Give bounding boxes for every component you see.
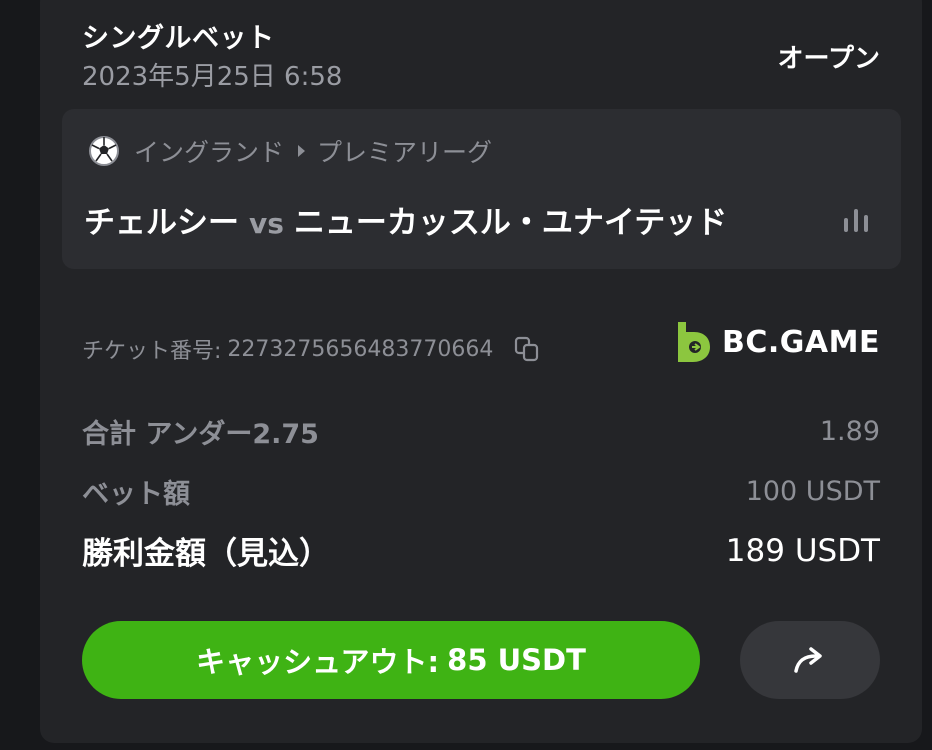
cashout-value: 85 USDT <box>447 643 586 677</box>
bc-game-logo-icon <box>678 322 711 362</box>
share-arrow-icon <box>794 647 822 673</box>
match-info[interactable]: イングランド プレミアリーグ チェルシー vs ニューカッスル・ユナイテッド <box>62 109 901 269</box>
soccer-ball-icon <box>89 136 119 166</box>
chevron-right-icon <box>298 145 306 157</box>
bet-type-title: シングルベット <box>82 23 275 54</box>
bet-row-selection: 合計 アンダー2.75 1.89 <box>82 412 880 451</box>
league-breadcrumb: イングランド プレミアリーグ <box>88 133 492 169</box>
copy-icon[interactable] <box>513 335 541 363</box>
bet-date: 2023年5月25日 6:58 <box>82 62 343 92</box>
home-team: チェルシー <box>84 205 239 241</box>
league-country: イングランド <box>134 138 285 167</box>
ticket-number: 227327565648377066​4 <box>227 336 494 362</box>
payout-value: 189 USDT <box>725 532 880 569</box>
status-badge: オープン <box>777 44 880 74</box>
teams: チェルシー vs ニューカッスル・ユナイテッド <box>84 197 727 242</box>
stake-value: 100 USDT <box>745 476 880 507</box>
bet-card: シングルベット 2023年5月25日 6:58 オープン イングランド プレミア… <box>40 0 922 743</box>
cashout-button[interactable]: キャッシュアウト: 85 USDT <box>82 621 700 699</box>
cashout-label: キャッシュアウト: <box>196 645 440 679</box>
league-name: プレミアリーグ <box>317 138 493 167</box>
selection-label: 合計 アンダー2.75 <box>82 419 319 450</box>
brand-name: BC.GAME <box>722 324 880 360</box>
vs-label: vs <box>249 207 284 240</box>
bet-row-payout: 勝利金額（見込） 189 USDT <box>82 528 880 573</box>
ticket-number-row: チケット番号: 227327565648377066​4 <box>82 333 541 365</box>
stake-label: ベット額 <box>82 479 190 510</box>
payout-label: 勝利金額（見込） <box>82 536 330 572</box>
ticket-label: チケット番号: <box>82 339 222 364</box>
odds-value: 1.89 <box>819 416 880 447</box>
bar-chart-icon[interactable] <box>841 206 871 234</box>
bet-row-stake: ベット額 100 USDT <box>82 472 880 511</box>
brand-logo: BC.GAME <box>672 320 880 364</box>
away-team: ニューカッスル・ユナイテッド <box>293 205 728 241</box>
share-button[interactable] <box>740 621 880 699</box>
